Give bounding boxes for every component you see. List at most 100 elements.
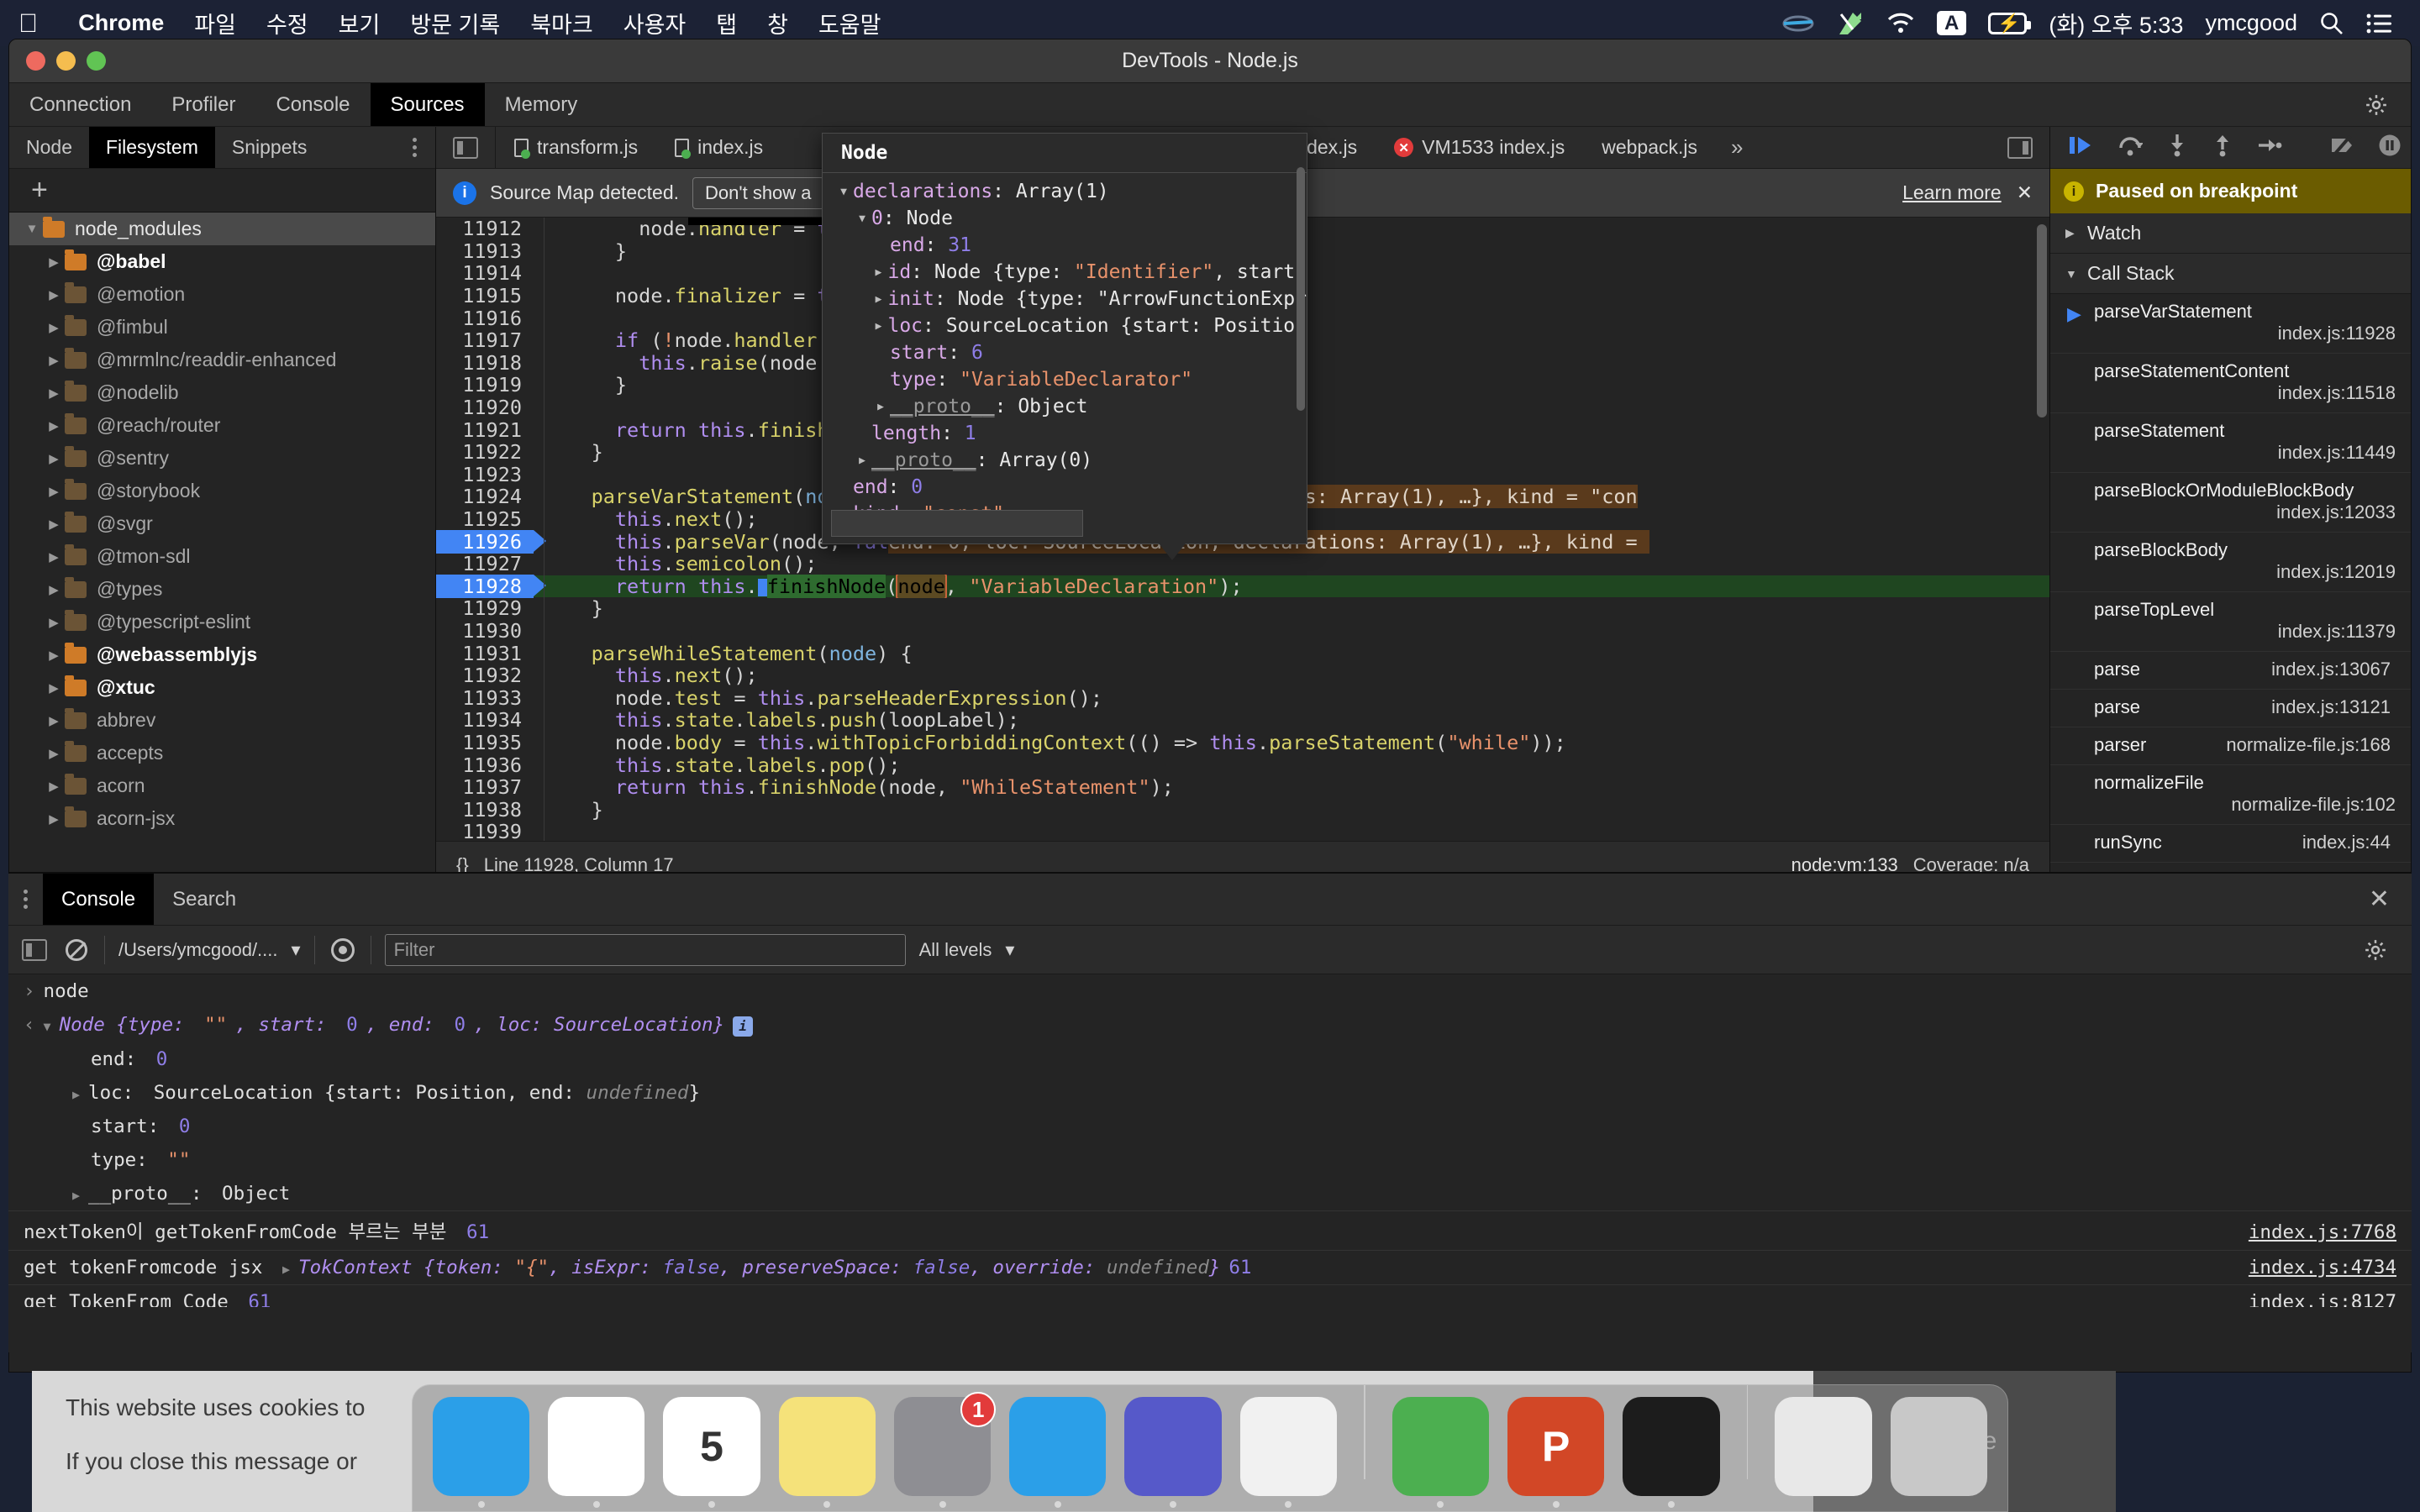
popover-row[interactable]: ▶ init: Node {type: "ArrowFunctionExpr (823, 286, 1307, 312)
tree-item-node-modules[interactable]: ▼ node_modules (9, 213, 435, 245)
call-stack-frame[interactable]: parser normalize-file.js:168 (2050, 727, 2411, 765)
tree-item--fimbul[interactable]: ▶ @fimbul (9, 311, 435, 344)
call-stack-frame[interactable]: normalizeFile normalize-file.js:102 (2050, 765, 2411, 825)
vpn-icon[interactable] (1782, 13, 1814, 34)
object-popover[interactable]: Node ▼ declarations: Array(1) ▼ 0: Node end:… (822, 133, 1307, 560)
console-message[interactable]: nextToken이 getTokenFromCode 부르는 부분 61 ind… (8, 1210, 2412, 1250)
line-number[interactable]: 11918 (436, 351, 534, 375)
chevron-right-icon[interactable]: ▶ (853, 454, 871, 467)
chevron-right-icon[interactable]: ▶ (43, 320, 65, 335)
code-line[interactable]: 11931 parseWhileStatement(node) { (436, 642, 2049, 665)
tree-item--nodelib[interactable]: ▶ @nodelib (9, 376, 435, 409)
navtab-filesystem[interactable]: Filesystem (88, 127, 215, 168)
call-stack-frame[interactable]: parseStatement index.js:11449 (2050, 413, 2411, 473)
menu-item-history[interactable]: 방문 기록 (395, 7, 515, 39)
tab-memory[interactable]: Memory (485, 83, 598, 126)
watch-section-header[interactable]: ▶ Watch (2050, 213, 2411, 254)
popover-row[interactable]: ▶ __proto__: Array(0) (823, 447, 1307, 474)
step-into-button[interactable] (2166, 134, 2188, 161)
navtab-snippets[interactable]: Snippets (215, 127, 324, 168)
code-line[interactable]: 11938 } (436, 798, 2049, 822)
editor-tab-index-js[interactable]: index.js (656, 127, 781, 168)
menu-item-window[interactable]: 창 (752, 7, 803, 39)
editor-tab-vm1533-index-js[interactable]: ✕ VM1533 index.js (1376, 127, 1583, 168)
add-folder-button[interactable]: + (9, 169, 435, 213)
line-number[interactable]: 11935 (436, 731, 534, 754)
line-number[interactable]: 11929 (436, 596, 534, 620)
object-preview[interactable]: TokContext {token: "{", isExpr: false, p… (298, 1257, 1220, 1278)
popover-row[interactable]: ▼ declarations: Array(1) (823, 178, 1307, 205)
step-over-button[interactable] (2118, 134, 2144, 160)
chevron-right-icon[interactable]: ▶ (43, 779, 65, 794)
editor-tab-transform-js[interactable]: transform.js (496, 127, 656, 168)
menu-item-bookmarks[interactable]: 북마크 (515, 7, 608, 39)
line-number[interactable]: 11924 (436, 485, 534, 508)
tree-item-abbrev[interactable]: ▶ abbrev (9, 704, 435, 737)
code-line[interactable]: 11929 } (436, 596, 2049, 620)
popover-properties[interactable]: ▼ declarations: Array(1) ▼ 0: Node end: 31 ▶ i… (823, 173, 1307, 528)
console-message[interactable]: ‹ ▼ Node {type: "" , start: 0 , end: 0 , loc:… (8, 1008, 2412, 1042)
tree-item--webassemblyjs[interactable]: ▶ @webassemblyjs (9, 638, 435, 671)
call-stack-frame[interactable]: parseStatementContent index.js:11518 (2050, 354, 2411, 413)
dock-item-documents-stack[interactable] (1775, 1397, 1872, 1496)
line-number[interactable]: 11926 (436, 529, 546, 554)
chevron-right-icon[interactable]: ▶ (43, 386, 65, 401)
call-stack-frame[interactable]: parseBlockBody index.js:12019 (2050, 533, 2411, 592)
menu-item-view[interactable]: 보기 (324, 7, 396, 39)
tree-item--sentry[interactable]: ▶ @sentry (9, 442, 435, 475)
chevron-right-icon[interactable]: ▶ (282, 1262, 290, 1277)
popover-row[interactable]: ▼ 0: Node (823, 205, 1307, 232)
tree-item-acorn[interactable]: ▶ acorn (9, 769, 435, 802)
close-drawer-button[interactable]: ✕ (2347, 874, 2412, 925)
console-message[interactable]: get tokenFromcode jsx ▶ TokContext {token… (8, 1249, 2412, 1284)
line-number[interactable]: 11937 (436, 775, 534, 799)
popover-row[interactable]: ▶ loc: SourceLocation {start: Position (823, 312, 1307, 339)
line-number[interactable]: 11916 (436, 307, 534, 330)
search-icon[interactable] (2319, 11, 2344, 36)
live-expression-button[interactable] (329, 937, 357, 963)
tree-item--typescript-eslint[interactable]: ▶ @typescript-eslint (9, 606, 435, 638)
chevron-right-icon[interactable]: ▶ (43, 648, 65, 663)
chevron-down-icon[interactable]: ▼ (853, 213, 871, 225)
dock-item-visual-studio-code[interactable] (1009, 1397, 1107, 1508)
code-line[interactable]: 11936 this.state.labels.pop(); (436, 753, 2049, 777)
clock[interactable]: (화) 오후 5:33 (2049, 7, 2183, 39)
call-stack-frame[interactable]: parse index.js:13121 (2050, 690, 2411, 727)
resume-button[interactable] (2069, 134, 2094, 160)
chevron-right-icon[interactable]: ▶ (43, 255, 65, 270)
chevron-down-icon[interactable]: ▾ (1005, 939, 1014, 961)
close-infobar-button[interactable]: ✕ (2017, 181, 2033, 204)
console-message[interactable]: get TokenFrom Code 61 index.js:8127 (8, 1284, 2412, 1308)
line-number[interactable]: 11917 (436, 328, 534, 352)
line-number[interactable]: 11934 (436, 708, 534, 732)
call-stack-frame[interactable]: parse index.js:13067 (2050, 652, 2411, 690)
call-stack-list[interactable]: ▶ parseVarStatement index.js:11928 parseSta… (2050, 294, 2411, 863)
chevron-right-icon[interactable]: ▶ (869, 320, 887, 333)
tree-item--svgr[interactable]: ▶ @svgr (9, 507, 435, 540)
chevron-right-icon[interactable]: ▶ (43, 418, 65, 433)
line-number[interactable]: 11912 (436, 218, 534, 240)
line-number[interactable]: 11932 (436, 664, 534, 687)
execution-context-selector[interactable]: /Users/ymcgood/.... (118, 939, 278, 961)
source-link[interactable]: index.js:8127 (2223, 1291, 2396, 1308)
chevron-right-icon[interactable]: ▶ (72, 1188, 80, 1203)
tree-item--storybook[interactable]: ▶ @storybook (9, 475, 435, 507)
line-number[interactable]: 11913 (436, 239, 534, 263)
dock-item-finder[interactable] (433, 1397, 530, 1508)
apple-logo-icon[interactable]:  (18, 10, 38, 36)
navtab-node[interactable]: Node (9, 127, 89, 168)
chevron-right-icon[interactable]: ▶ (43, 287, 65, 302)
clear-console-button[interactable] (62, 937, 91, 963)
tree-item--emotion[interactable]: ▶ @emotion (9, 278, 435, 311)
console-message[interactable]: › node (8, 974, 2412, 1008)
console-filter-input[interactable]: Filter (384, 933, 906, 966)
navigator-more-button[interactable] (394, 127, 435, 168)
popover-row[interactable]: type: "VariableDeclarator" (823, 366, 1307, 393)
call-stack-frame[interactable]: parseBlockOrModuleBlockBody index.js:1203… (2050, 473, 2411, 533)
editor-tab-webpack-js[interactable]: webpack.js (1583, 127, 1716, 168)
collapse-navigator-button[interactable] (436, 127, 496, 168)
dock-item-notes[interactable] (778, 1397, 876, 1508)
wifi-icon[interactable] (1886, 13, 1915, 34)
console-output[interactable]: › node ‹ ▼ Node {type: "" , start: 0 , end: 0,… (8, 974, 2412, 1307)
dock-item-calendar[interactable]: 5 (663, 1397, 760, 1508)
